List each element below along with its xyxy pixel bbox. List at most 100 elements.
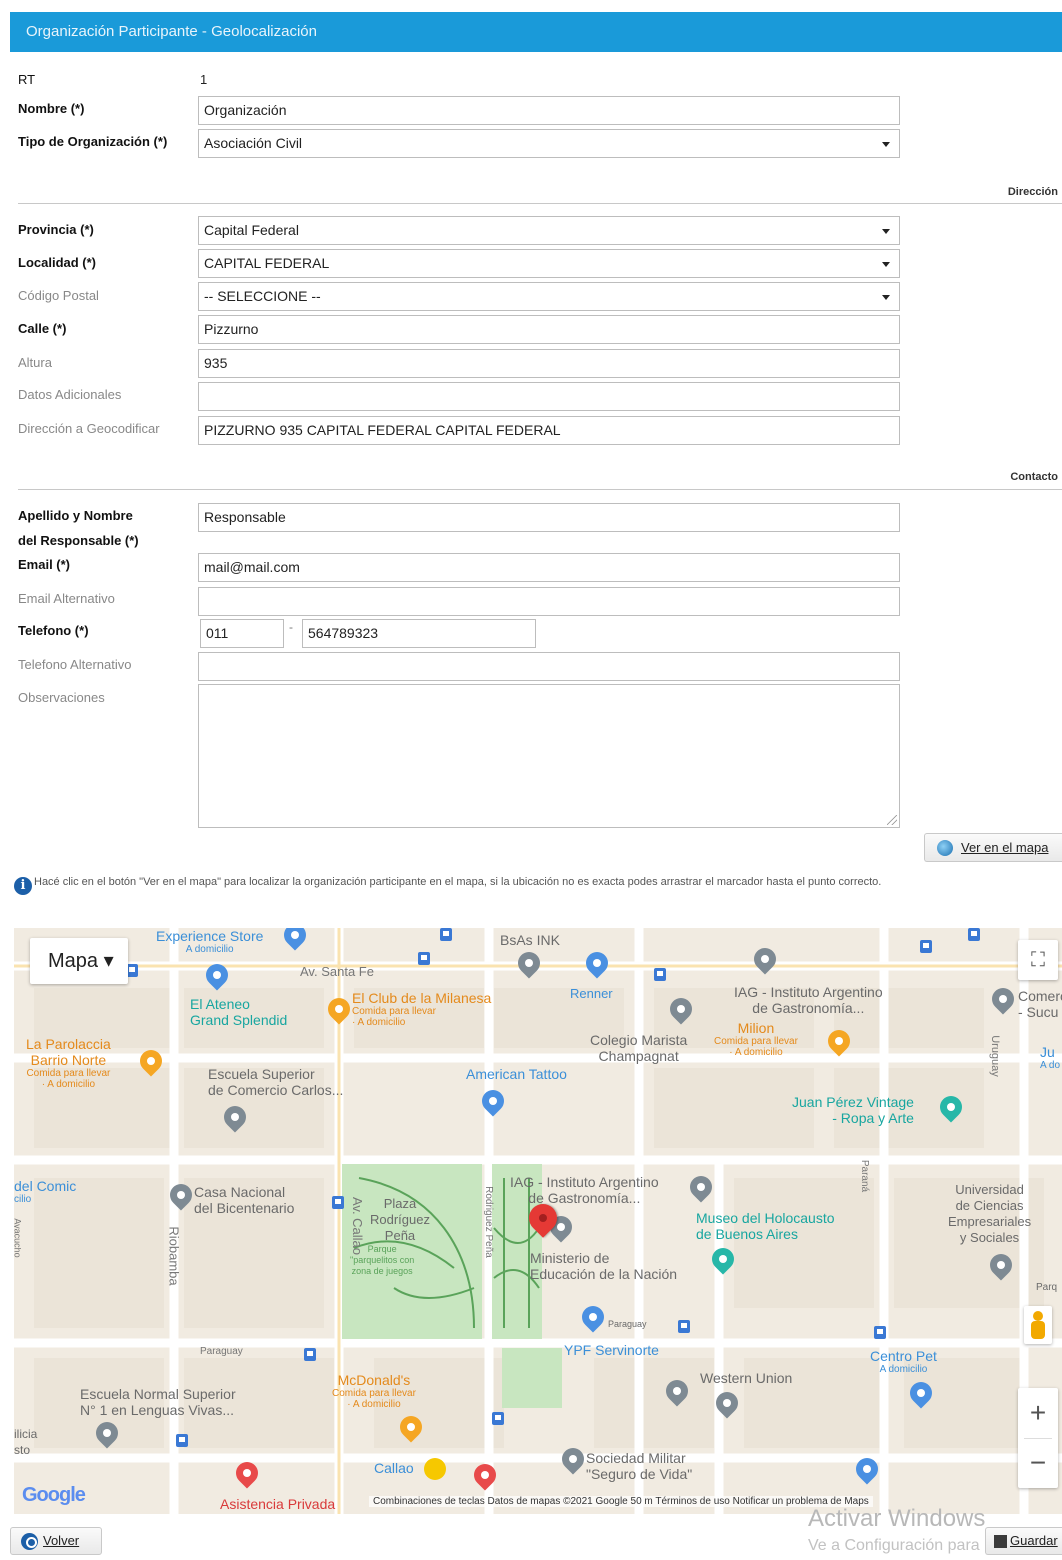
calle-label: Calle (*) [18,321,67,336]
direccion-divider [18,203,1062,204]
guardar-button[interactable]: Guardar [985,1527,1062,1555]
telefono-label: Telefono (*) [18,623,89,638]
bus-stop-icon[interactable] [492,1412,504,1425]
save-icon [994,1535,1007,1548]
tipo-label: Tipo de Organización (*) [18,134,168,149]
place-parque[interactable]: Parque "parquelitos con zona de juegos [350,1244,414,1277]
info-text: Hacé clic en el botón "Ver en el mapa" p… [34,876,882,888]
altura-field[interactable]: 935 [198,349,900,378]
place-milion[interactable]: Milion Comida para llevar · A domicilio [714,1020,798,1058]
geocodificar-label: Dirección a Geocodificar [18,421,160,436]
place-asistencia-privada[interactable]: Asistencia Privada [220,1496,335,1512]
guardar-label: Guardar [1010,1533,1058,1548]
street-uruguay: Uruguay [988,1035,1001,1077]
place-escuela-normal[interactable]: Escuela Normal Superior N° 1 en Lenguas V… [80,1386,236,1418]
email-alt-label: Email Alternativo [18,591,115,606]
observaciones-label: Observaciones [18,690,105,705]
bus-stop-icon[interactable] [176,1434,188,1447]
bus-stop-icon[interactable] [440,928,452,941]
place-iag-2[interactable]: IAG - Instituto Argentino de Gastronomía.… [510,1174,659,1206]
place-american-tattoo[interactable]: American Tattoo [466,1066,567,1082]
info-icon: i [14,877,32,895]
place-iag-1[interactable]: IAG - Instituto Argentino de Gastronomía.… [734,984,883,1016]
bus-stop-icon[interactable] [418,952,430,965]
telefono-area-field[interactable]: 011 [200,619,284,648]
provincia-select[interactable]: Capital Federal [198,216,900,245]
place-ilicia[interactable]: ilicia sto [14,1426,37,1458]
subway-icon[interactable] [424,1458,446,1480]
place-paraguay-label[interactable]: Paraguay [608,1316,647,1332]
place-mcdonalds[interactable]: McDonald's Comida para llevar · A domicili… [332,1372,416,1410]
bus-stop-icon[interactable] [332,1196,344,1209]
telefono-alt-label: Telefono Alternativo [18,657,132,672]
telefono-number-field[interactable]: 564789323 [302,619,536,648]
codigo-postal-label: Código Postal [18,288,99,303]
place-del-comic[interactable]: del Comic cilio [14,1178,76,1205]
zoom-out-icon[interactable]: − [1018,1438,1058,1488]
street-paraguay: Paraguay [200,1346,243,1357]
place-sociedad-militar[interactable]: Sociedad Militar "Seguro de Vida" [586,1450,692,1482]
altura-label: Altura [18,355,52,370]
bus-stop-icon[interactable] [304,1348,316,1361]
place-comercio[interactable]: Comercio- Sucu [1018,988,1062,1020]
nombre-field[interactable]: Organización [198,96,900,125]
place-centro-pet[interactable]: Centro Pet A domicilio [870,1348,937,1375]
map-footer[interactable]: Combinaciones de teclas Datos de mapas ©… [369,1496,873,1507]
geocodificar-field[interactable]: PIZZURNO 935 CAPITAL FEDERAL CAPITAL FED… [198,416,900,445]
place-universidad[interactable]: Universidad de Ciencias Empresariales y Soc… [948,1182,1031,1246]
email-field[interactable]: mail@mail.com [198,553,900,582]
street-parana: Paraná [859,1159,871,1193]
place-renner[interactable]: Renner [570,986,613,1002]
place-ypf[interactable]: YPF Servinorte [564,1342,659,1358]
street-rodriguez-pena: Rodriguez Peña [482,1186,494,1258]
place-ju[interactable]: Ju A do [1040,1044,1060,1071]
globe-icon [937,840,953,856]
bus-stop-icon[interactable] [678,1320,690,1333]
windows-watermark-sub: Ve a Configuración para [808,1537,980,1554]
datos-adicionales-field[interactable] [198,382,900,411]
place-la-parolaccia[interactable]: La Parolaccia Barrio Norte Comida para lle… [26,1036,111,1090]
place-el-ateneo[interactable]: El Ateneo Grand Splendid [190,996,287,1028]
map-type-control[interactable]: Mapa ▾ [30,938,128,984]
place-club-milanesa[interactable]: El Club de la Milanesa Comida para llevar… [352,990,491,1028]
info-message: i Hacé clic en el botón "Ver en el mapa" … [10,870,1062,920]
place-ministerio[interactable]: Ministerio de Educación de la Nación [530,1250,677,1282]
place-experience-store[interactable]: Experience Store A domicilio [156,928,263,955]
place-colegio-marista[interactable]: Colegio Marista Champagnat [590,1032,687,1064]
place-casa-nacional[interactable]: Casa Nacional del Bicentenario [194,1184,294,1216]
datos-adicionales-label: Datos Adicionales [18,387,122,402]
bus-stop-icon[interactable] [920,940,932,953]
responsable-label-1: Apellido y Nombre [18,508,133,523]
ver-en-el-mapa-button[interactable]: Ver en el mapa [924,833,1062,862]
place-museo-holocausto[interactable]: Museo del Holocausto de Buenos Aires [696,1210,835,1242]
place-parq[interactable]: Parq [1036,1280,1057,1296]
place-callao-station[interactable]: Callao [374,1460,414,1476]
codigo-postal-select[interactable]: -- SELECCIONE -- [198,282,900,311]
resize-grip-icon[interactable] [887,815,897,825]
place-western-union[interactable]: Western Union [700,1370,792,1386]
responsable-label-2: del Responsable (*) [18,533,139,548]
contacto-divider [18,489,1062,490]
localidad-select[interactable]: CAPITAL FEDERAL [198,249,900,278]
map-canvas[interactable]: Av. Santa Fe Av. Callao Rodriguez Peña R… [14,928,1062,1514]
volver-button[interactable]: Volver [10,1527,102,1555]
provincia-label: Provincia (*) [18,222,94,237]
place-juan-perez[interactable]: Juan Pérez Vintage - Ropa y Arte [792,1094,914,1126]
tipo-select[interactable]: Asociación Civil [198,129,900,158]
street-view-pegman-icon[interactable] [1024,1306,1052,1344]
place-plaza-rodriguez-pena[interactable]: Plaza Rodríguez Peña [370,1196,430,1244]
telefono-alt-field[interactable] [198,652,900,681]
google-logo: Google [22,1484,86,1506]
email-alt-field[interactable] [198,587,900,616]
fullscreen-icon[interactable]: ⛶ [1018,940,1058,980]
place-escuela-comercio[interactable]: Escuela Superior de Comercio Carlos... [208,1066,343,1098]
street-santa-fe: Av. Santa Fe [300,964,374,979]
place-bsas-ink[interactable]: BsAs INK [500,932,560,948]
zoom-in-icon[interactable]: + [1018,1388,1058,1438]
bus-stop-icon[interactable] [654,968,666,981]
observaciones-textarea[interactable] [198,684,900,828]
bus-stop-icon[interactable] [968,928,980,941]
responsable-field[interactable]: Responsable [198,503,900,532]
calle-field[interactable]: Pizzurno [198,315,900,344]
bus-stop-icon[interactable] [874,1326,886,1339]
